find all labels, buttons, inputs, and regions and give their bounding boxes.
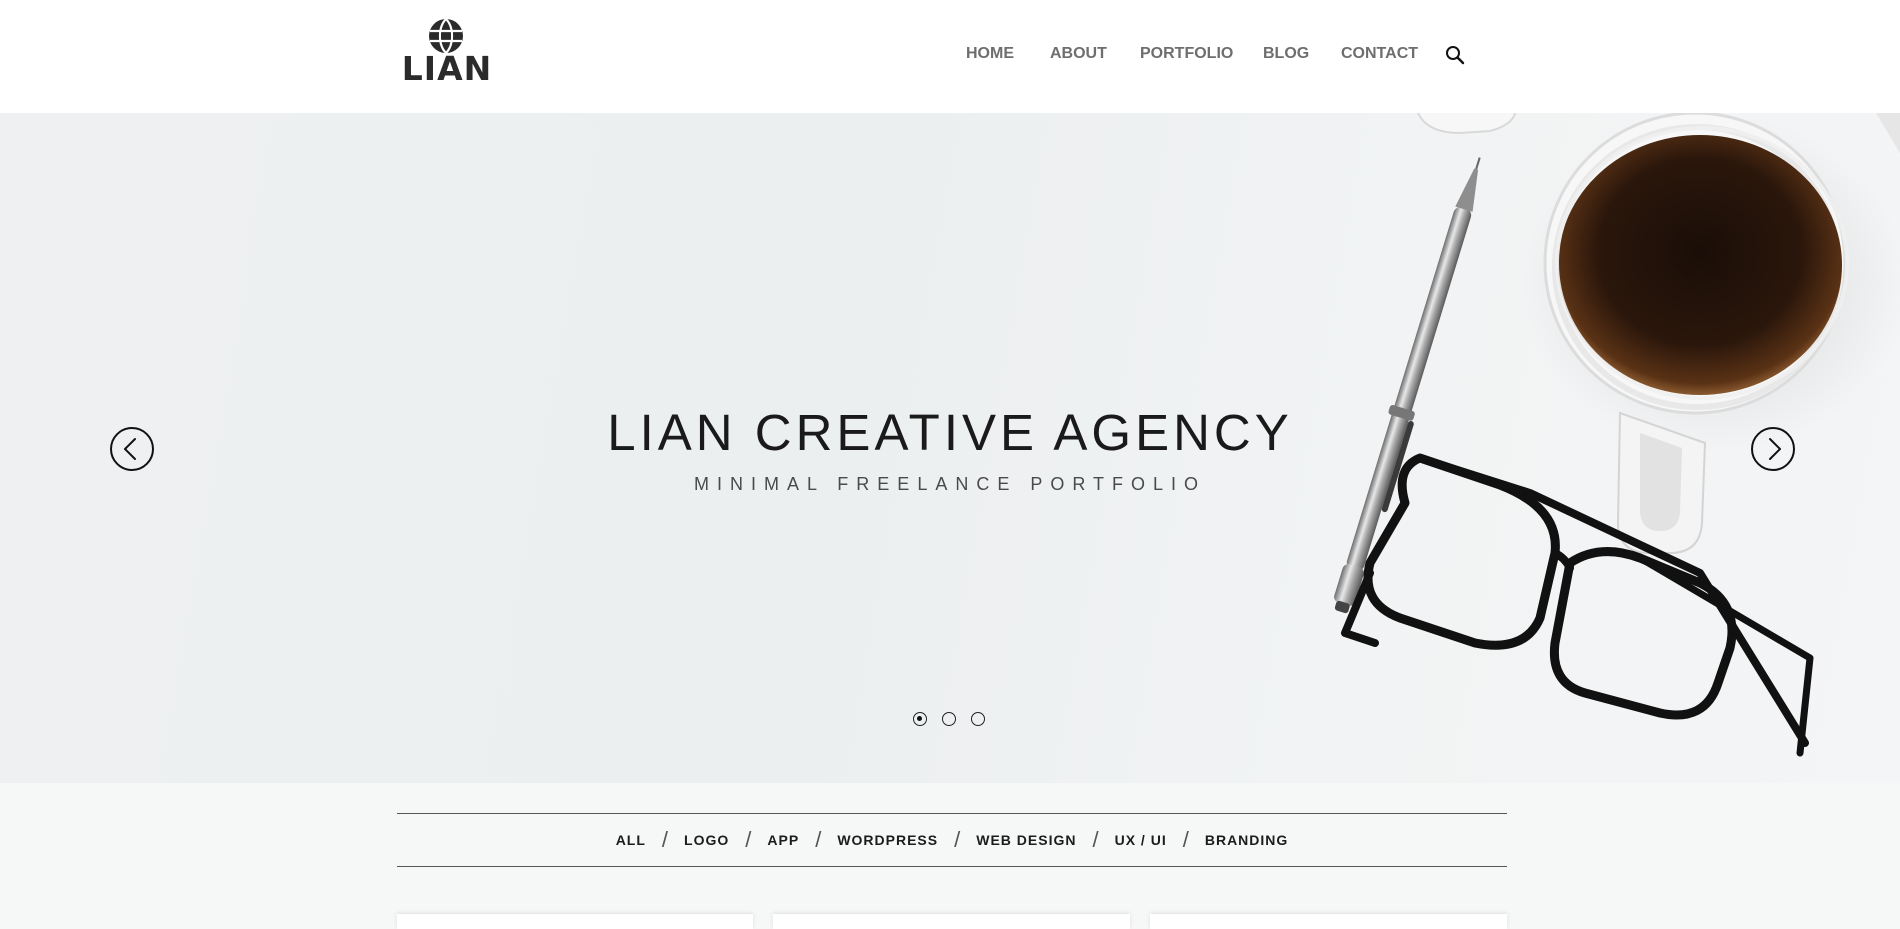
filter-app[interactable]: APP [767,832,799,848]
nav-portfolio[interactable]: PORTFOLIO [1140,42,1233,66]
chevron-right-icon [1769,438,1781,460]
filter-separator: / [661,827,669,852]
filter-separator: / [815,827,822,852]
nav-about[interactable]: ABOUT [1050,42,1107,66]
hero-subtitle: MINIMAL FREELANCE PORTFOLIO [693,474,1207,494]
chevron-left-icon [124,438,136,460]
search-icon [1446,46,1465,65]
slider-dot-2[interactable] [942,712,956,726]
filter-separator: / [954,827,961,852]
slider-next-button[interactable] [1751,427,1795,471]
filter-separator: / [1182,827,1189,852]
slider-dot-1[interactable] [913,712,927,726]
filter-branding[interactable]: BRANDING [1205,832,1288,848]
filter-ux-ui[interactable]: UX / UI [1115,832,1167,848]
site-logo[interactable]: LIAN [401,17,493,88]
logo-text: LIAN [401,49,493,88]
nav-home[interactable]: HOME [966,42,1014,66]
portfolio-filter: ALL / LOGO / APP / WORDPRESS / WEB DESIG… [397,813,1507,867]
slider-dot-3[interactable] [971,712,985,726]
hero-title: LIAN CREATIVE AGENCY [607,404,1293,461]
nav-contact[interactable]: CONTACT [1341,42,1418,66]
filter-separator: / [1092,827,1099,852]
portfolio-card[interactable] [397,914,753,929]
filter-web-design[interactable]: WEB DESIGN [976,832,1076,848]
slider-pagination [913,712,993,730]
search-button[interactable] [1444,44,1466,66]
filter-wordpress[interactable]: WORDPRESS [837,832,938,848]
nav-blog[interactable]: BLOG [1263,42,1309,66]
filter-logo[interactable]: LOGO [684,832,729,848]
slider-prev-button[interactable] [110,427,154,471]
filter-separator: / [745,827,752,852]
portfolio-card[interactable] [1150,914,1507,929]
filter-all[interactable]: ALL [616,832,646,848]
hero-slider: LIAN CREATIVE AGENCY MINIMAL FREELANCE P… [0,113,1900,783]
site-header: LIAN HOME ABOUT PORTFOLIO BLOG CONTACT [0,0,1900,113]
portfolio-card[interactable] [773,914,1130,929]
